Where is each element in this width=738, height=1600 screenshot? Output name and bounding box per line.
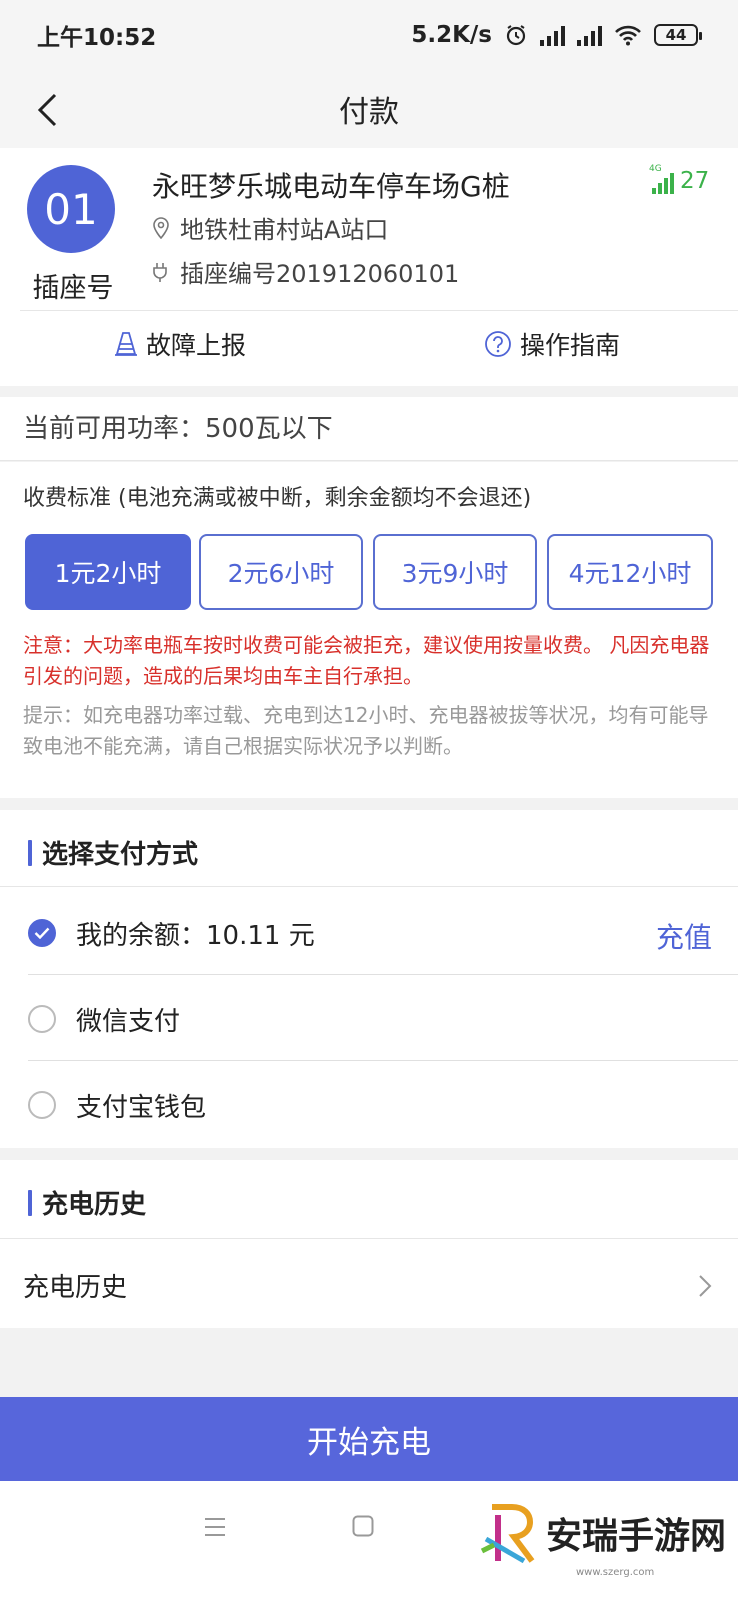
station-card: 01 插座号 永旺梦乐城电动车停车场G桩 4G 27 地铁杜甫村站A站口 插座编… bbox=[0, 148, 738, 386]
row-divider bbox=[28, 1060, 738, 1061]
card-divider bbox=[20, 310, 738, 311]
history-row-label: 充电历史 bbox=[23, 1272, 128, 1303]
fee-section: 收费标准 (电池充满或被中断，剩余金额均不会退还) 1元2小时 2元6小时 3元… bbox=[0, 462, 738, 798]
plug-label: 插座号 bbox=[32, 273, 114, 304]
page-title: 付款 bbox=[339, 95, 399, 130]
back-button[interactable] bbox=[28, 90, 68, 130]
watermark-url: www.szerg.com bbox=[576, 1567, 655, 1578]
menu-icon[interactable] bbox=[204, 1517, 226, 1537]
socket-code: 插座编号201912060101 bbox=[180, 260, 460, 288]
fee-option-2[interactable]: 2元6小时 bbox=[199, 534, 363, 610]
system-nav-bar: 安瑞手游网 www.szerg.com bbox=[0, 1481, 738, 1600]
station-location: 地铁杜甫村站A站口 bbox=[180, 216, 389, 244]
check-circle-icon[interactable] bbox=[28, 919, 56, 947]
hd-signal-icon bbox=[540, 24, 565, 46]
pay-option-balance[interactable]: 我的余额：10.11 元 充值 bbox=[0, 890, 738, 976]
available-power: 当前可用功率：500瓦以下 bbox=[0, 397, 738, 461]
pay-option-alipay[interactable]: 支付宝钱包 bbox=[0, 1062, 738, 1148]
recharge-link[interactable]: 充值 bbox=[656, 916, 712, 956]
fault-report-label: 故障上报 bbox=[146, 331, 247, 360]
signal-4g-icon: 4G bbox=[649, 164, 674, 194]
radio-circle-icon[interactable] bbox=[28, 1091, 56, 1119]
payment-title-text: 选择支付方式 bbox=[42, 840, 199, 870]
section-divider bbox=[0, 1238, 738, 1239]
signal-strength: 27 bbox=[680, 168, 710, 194]
signal-indicator: 4G 27 bbox=[649, 164, 710, 194]
fee-option-1[interactable]: 1元2小时 bbox=[25, 534, 191, 610]
guide-button[interactable]: 操作指南 bbox=[484, 326, 620, 362]
guide-label: 操作指南 bbox=[520, 331, 621, 360]
history-section-title: 充电历史 bbox=[28, 1184, 146, 1221]
watermark-text: 安瑞手游网 bbox=[546, 1515, 727, 1557]
history-section: 充电历史 充电历史 bbox=[0, 1160, 738, 1328]
wifi-icon bbox=[615, 25, 641, 46]
station-location-row: 地铁杜甫村站A站口 bbox=[152, 210, 388, 245]
warning-text: 注意：大功率电瓶车按时收费可能会被拒充，建议使用按量收费。 凡因充电器引发的问题… bbox=[23, 633, 710, 688]
fee-option-3[interactable]: 3元9小时 bbox=[373, 534, 537, 610]
radio-circle-icon[interactable] bbox=[28, 1005, 56, 1033]
section-accent-bar bbox=[28, 839, 32, 866]
history-row[interactable]: 充电历史 bbox=[0, 1242, 738, 1328]
fee-option-4[interactable]: 4元12小时 bbox=[547, 534, 713, 610]
net-speed: 5.2K/s bbox=[411, 22, 492, 48]
fault-report-button[interactable]: 故障上报 bbox=[114, 326, 246, 362]
wechat-label: 微信支付 bbox=[76, 1006, 181, 1037]
socket-code-row: 插座编号201912060101 bbox=[152, 254, 459, 289]
status-icons: 5.2K/s 44 bbox=[411, 22, 702, 48]
header: 付款 bbox=[0, 70, 738, 148]
battery-icon: 44 bbox=[654, 24, 702, 46]
station-name: 永旺梦乐城电动车停车场G桩 bbox=[152, 170, 510, 203]
plug-number-badge: 01 bbox=[27, 165, 115, 253]
section-accent-bar bbox=[28, 1189, 32, 1216]
plug-icon bbox=[153, 262, 167, 282]
alipay-label: 支付宝钱包 bbox=[76, 1092, 207, 1123]
hd-signal-icon bbox=[577, 24, 602, 46]
traffic-cone-icon bbox=[115, 332, 137, 356]
hint-text: 提示：如充电器功率过载、充电到达12小时、充电器被拔等状况，均有可能导致电池不能… bbox=[23, 703, 709, 758]
chevron-right-icon bbox=[699, 1275, 712, 1297]
watermark-r-icon bbox=[480, 1504, 535, 1564]
start-charging-button[interactable]: 开始充电 bbox=[0, 1397, 738, 1481]
location-pin-icon bbox=[153, 216, 169, 239]
watermark-logo: 安瑞手游网 www.szerg.com bbox=[478, 1501, 727, 1578]
home-square-icon[interactable] bbox=[352, 1515, 374, 1537]
balance-label: 我的余额：10.11 元 bbox=[76, 920, 315, 951]
alarm-icon bbox=[506, 25, 526, 46]
help-icon bbox=[485, 331, 511, 357]
section-divider bbox=[0, 886, 738, 887]
pay-option-wechat[interactable]: 微信支付 bbox=[0, 976, 738, 1062]
payment-section: 选择支付方式 我的余额：10.11 元 充值 微信支付 支付宝钱包 bbox=[0, 810, 738, 1148]
status-time: 上午10:52 bbox=[37, 25, 157, 51]
payment-section-title: 选择支付方式 bbox=[28, 834, 198, 871]
chevron-left-icon bbox=[37, 93, 57, 127]
status-bar: 上午10:52 5.2K/s 44 bbox=[0, 0, 738, 70]
history-title-text: 充电历史 bbox=[42, 1190, 147, 1220]
fee-standard-label: 收费标准 (电池充满或被中断，剩余金额均不会退还) bbox=[23, 486, 532, 511]
row-divider bbox=[28, 974, 738, 975]
